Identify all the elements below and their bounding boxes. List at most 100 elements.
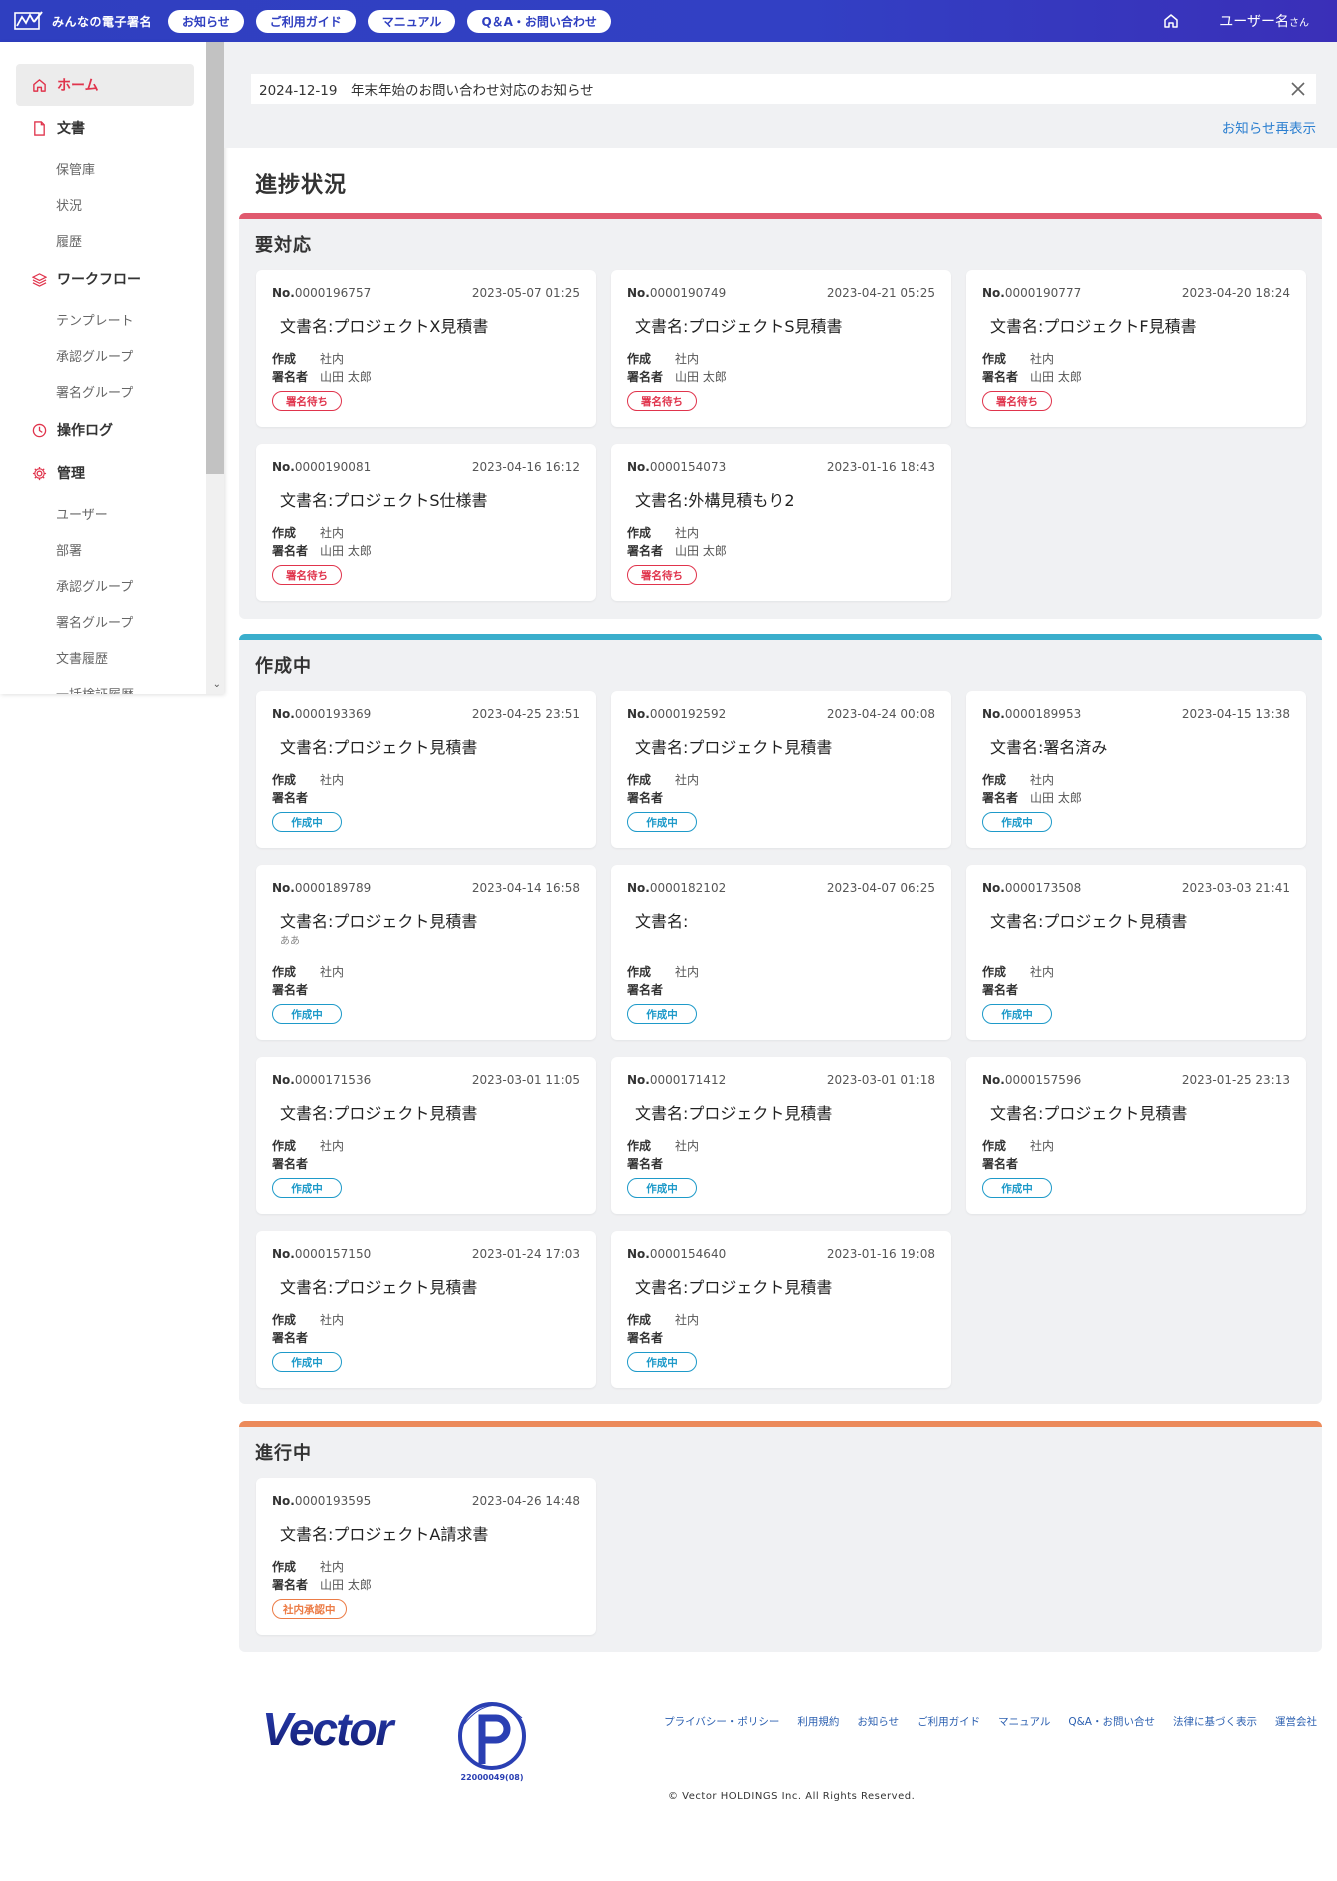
card-number-value: 0000190749 [649,286,727,300]
privacy-mark-icon[interactable]: 22000049(08) [452,1694,532,1784]
document-card[interactable]: No.0000171412 2023-03-01 01:18 文書名:プロジェクト見… [611,1057,951,1214]
document-card[interactable]: No.0000196757 2023-05-07 01:25 文書名:プロジェクトX… [256,270,596,427]
card-number: No.0000157596 [982,1073,1081,1087]
user-name-text: ユーザー名 [1219,14,1289,30]
card-number-prefix: No. [272,1494,295,1508]
sidebar-sub-template[interactable]: テンプレート [56,310,134,329]
close-icon[interactable] [1288,79,1308,99]
footer-link-company[interactable]: 運営会社 [1275,1714,1317,1729]
card-number: No.0000189953 [982,707,1081,721]
notice-reshow-link[interactable]: お知らせ再表示 [1222,117,1316,137]
chevron-down-icon[interactable]: ⌄ [213,679,221,690]
card-date: 2023-04-26 14:48 [471,1494,580,1508]
app-logo[interactable]: みんなの電子署名 [14,10,152,32]
footer-link-terms[interactable]: 利用規約 [797,1714,839,1729]
card-date: 2023-03-03 21:41 [1181,881,1290,895]
document-card[interactable]: No.0000193369 2023-04-25 23:51 文書名:プロジェクト見… [256,691,596,848]
document-card[interactable]: No.0000190081 2023-04-16 16:12 文書名:プロジェクトS… [256,444,596,601]
footer-link-news[interactable]: お知らせ [857,1714,899,1729]
document-card[interactable]: No.0000190749 2023-04-21 05:25 文書名:プロジェクトS… [611,270,951,427]
footer-link-manual[interactable]: マニュアル [998,1714,1050,1729]
card-creator-value: 社内 [675,352,700,366]
card-creator-value: 社内 [1030,352,1055,366]
card-creator-value: 社内 [675,773,700,787]
sidebar-item-documents[interactable]: 文書 [16,107,194,149]
sidebar-sub-admin-approval-group[interactable]: 承認グループ [56,576,133,595]
scrollbar-thumb[interactable] [206,42,224,474]
card-number-value: 0000157596 [1004,1073,1082,1087]
document-card[interactable]: No.0000157596 2023-01-25 23:13 文書名:プロジェクト見… [966,1057,1306,1214]
status-badge: 作成中 [982,1178,1052,1198]
footer-link-legal[interactable]: 法律に基づく表示 [1173,1714,1257,1729]
gear-icon [32,466,47,480]
sidebar-sub-departments[interactable]: 部署 [56,540,82,559]
nav-qa[interactable]: Q＆A・お問い合わせ [467,9,611,33]
vector-logo[interactable]: Vector [262,1707,432,1751]
sidebar-scrollbar[interactable]: ⌄ [206,42,224,694]
status-badge: 署名待ち [627,391,697,411]
document-card[interactable]: No.0000154640 2023-01-16 19:08 文書名:プロジェクト見… [611,1231,951,1388]
card-number: No.0000190749 [627,286,726,300]
section-title: 要対応 [255,235,312,256]
notice-text[interactable]: 2024-12-19 年末年始のお問い合わせ対応のお知らせ [259,79,594,99]
document-card[interactable]: No.0000193595 2023-04-26 14:48 文書名:プロジェクトA… [256,1478,596,1635]
document-card[interactable]: No.0000154073 2023-01-16 18:43 文書名:外構見積もり2… [611,444,951,601]
sidebar-sub-users[interactable]: ユーザー [56,504,108,523]
sidebar-sub-approval-group[interactable]: 承認グループ [56,346,133,365]
card-date: 2023-04-25 23:51 [471,707,580,721]
card-number-value: 0000192592 [649,707,727,721]
document-card[interactable]: No.0000157150 2023-01-24 17:03 文書名:プロジェクト見… [256,1231,596,1388]
card-creator-value: 社内 [1030,773,1055,787]
card-signer-value: 山田 太郎 [320,544,372,558]
nav-manual[interactable]: マニュアル [367,9,456,33]
user-suffix: さん [1289,18,1309,29]
home-icon[interactable] [1163,13,1179,29]
card-creator-label: 作成 [627,773,652,787]
card-doc-name: 文書名: [635,912,689,931]
nav-news[interactable]: お知らせ [168,9,244,33]
footer-link-guide[interactable]: ご利用ガイド [917,1714,980,1729]
card-signer-label: 署名者 [627,791,664,805]
footer-link-qa[interactable]: Q&A・お問い合せ [1068,1714,1155,1729]
card-signer-value: 山田 太郎 [320,370,372,384]
card-doc-name: 文書名:プロジェクトF見積書 [990,317,1197,336]
sidebar-item-operation-log[interactable]: 操作ログ [16,409,194,451]
sidebar-sub-status[interactable]: 状況 [56,195,82,214]
sidebar-sub-storage[interactable]: 保管庫 [56,159,95,178]
nav-guide[interactable]: ご利用ガイド [255,9,356,33]
card-creator-value: 社内 [675,1313,700,1327]
card-creator-label: 作成 [272,965,297,979]
sidebar-item-home[interactable]: ホーム [16,64,194,106]
document-card[interactable]: No.0000189789 2023-04-14 16:58 文書名:プロジェクト見… [256,865,596,1040]
card-doc-name: 文書名:プロジェクト見積書 [280,1104,478,1123]
card-memo: ああ [280,936,300,947]
sidebar-sub-history[interactable]: 履歴 [56,231,82,250]
section-title: 進行中 [255,1443,312,1464]
sidebar-item-workflow[interactable]: ワークフロー [16,258,194,300]
card-doc-name: 文書名:プロジェクトS見積書 [635,317,843,336]
document-card[interactable]: No.0000189953 2023-04-15 13:38 文書名:署名済み 作成 社… [966,691,1306,848]
card-number: No.0000193595 [272,1494,371,1508]
sidebar-item-label: 管理 [57,466,85,482]
document-card[interactable]: No.0000171536 2023-03-01 11:05 文書名:プロジェクト見… [256,1057,596,1214]
card-date: 2023-01-16 19:08 [826,1247,935,1261]
document-card[interactable]: No.0000190777 2023-04-20 18:24 文書名:プロジェクトF… [966,270,1306,427]
sidebar-sub-doc-history[interactable]: 文書履歴 [56,648,108,667]
card-creator-label: 作成 [627,1139,652,1153]
card-date: 2023-04-16 16:12 [471,460,580,474]
card-signer-value: 山田 太郎 [1030,370,1082,384]
document-card[interactable]: No.0000173508 2023-03-03 21:41 文書名:プロジェクト見… [966,865,1306,1040]
sidebar-item-label: 操作ログ [57,423,113,439]
card-signer-value: 山田 太郎 [675,544,727,558]
sidebar-item-admin[interactable]: 管理 [16,452,194,494]
document-card[interactable]: No.0000192592 2023-04-24 00:08 文書名:プロジェクト見… [611,691,951,848]
sidebar-sub-bulk-verify-history[interactable]: 一括検証履歴 [56,684,134,694]
document-card[interactable]: No.0000182102 2023-04-07 06:25 文書名: 作成 社内 署名者… [611,865,951,1040]
card-doc-name: 文書名:プロジェクト見積書 [990,912,1188,931]
user-menu[interactable]: ユーザー名さん [1219,11,1309,31]
card-signer-label: 署名者 [627,983,664,997]
sidebar-sub-admin-signer-group[interactable]: 署名グループ [56,612,133,631]
card-number-value: 0000189953 [1004,707,1082,721]
sidebar-sub-signer-group[interactable]: 署名グループ [56,382,133,401]
footer-link-privacy[interactable]: プライバシー・ポリシー [664,1714,779,1729]
